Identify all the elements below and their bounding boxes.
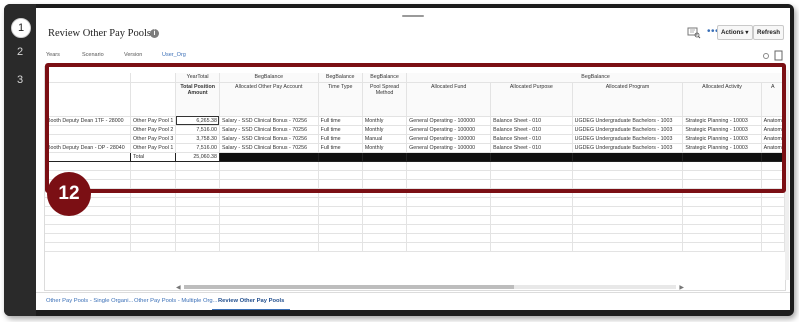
row-fund[interactable]: General Operating - 100000 <box>406 134 492 144</box>
row-purpose[interactable]: Balance Sheet - 010 <box>490 125 573 135</box>
row-fund[interactable]: General Operating - 100000 <box>406 143 492 153</box>
data-grid: YearTotal BegBalance BegBalance BegBalan… <box>44 66 786 291</box>
form-panel: Review Other Pay Pools i ••• Actions ▾ R… <box>36 8 790 310</box>
col-header-allocated-program: Allocated Program <box>572 82 684 117</box>
scroll-left-icon[interactable]: ◀ <box>176 284 181 291</box>
scroll-right-icon[interactable]: ▶ <box>679 284 684 291</box>
col-header-total-position-amount: Total Position Amount <box>175 82 220 117</box>
refresh-button[interactable]: Refresh <box>753 25 785 40</box>
callout-number-badge: 12 <box>47 172 91 216</box>
col-header-yeartotal: YearTotal <box>175 73 220 83</box>
col-header-allocated-purpose: Allocated Purpose <box>490 82 573 117</box>
row-purpose[interactable]: Balance Sheet - 010 <box>490 116 573 126</box>
search-icon[interactable] <box>687 27 701 39</box>
step-2-indicator[interactable]: 2 <box>4 46 36 58</box>
step-1-indicator[interactable]: 1 <box>11 18 31 38</box>
row-pool[interactable]: Other Pay Pool 1 <box>130 143 177 153</box>
row-fund[interactable]: General Operating - 100000 <box>406 125 492 135</box>
form-tabs: Other Pay Pools - Single Organi... Other… <box>36 292 790 310</box>
row-spread[interactable]: Monthly <box>362 143 408 153</box>
col-header-pool-spread-method: Pool Spread Method <box>362 82 408 117</box>
row-activity[interactable]: Strategic Planning - 10003 <box>682 143 762 153</box>
col-header-begbalance-1: BegBalance <box>219 73 319 83</box>
row-spread[interactable]: Manual <box>362 134 408 144</box>
row-program[interactable]: UGDEG Undergraduate Bachelors - 1003 <box>572 134 684 144</box>
row-position[interactable] <box>45 125 131 135</box>
row-time-type[interactable]: Full time <box>318 125 363 135</box>
pov-version[interactable]: Version <box>124 52 142 58</box>
row-pool[interactable]: Other Pay Pool 2 <box>130 125 177 135</box>
info-icon[interactable]: i <box>150 29 159 38</box>
step-rail: 1 2 3 <box>4 4 36 316</box>
scroll-thumb[interactable] <box>184 285 514 289</box>
row-program[interactable]: UGDEG Undergraduate Bachelors - 1003 <box>572 143 684 153</box>
pov-bar: Years Scenario Version User_Org <box>44 50 784 64</box>
tab-single-organization[interactable]: Other Pay Pools - Single Organi... <box>46 298 133 304</box>
row-amount[interactable]: 7,516.00 <box>175 143 220 153</box>
col-header-time-type: Time Type <box>318 82 363 117</box>
col-header-allocated-fund: Allocated Fund <box>406 82 492 117</box>
step-3-indicator[interactable]: 3 <box>4 74 36 86</box>
row-time-type[interactable]: Full time <box>318 143 363 153</box>
row-position[interactable] <box>45 134 131 144</box>
pov-scenario[interactable]: Scenario <box>82 52 104 58</box>
row-purpose[interactable]: Balance Sheet - 010 <box>490 134 573 144</box>
table-row: Booth Deputy Dean 1TF - 28000 Other Pay … <box>45 116 786 126</box>
actions-menu-button[interactable]: Actions ▾ <box>717 25 753 40</box>
table-row: Booth Deputy Dean - DP - 28040 Other Pay… <box>45 143 786 153</box>
grid-table: YearTotal BegBalance BegBalance BegBalan… <box>45 73 786 252</box>
pov-years[interactable]: Years <box>46 52 60 58</box>
total-row: - Total 25,060.38 <box>45 152 786 162</box>
row-next[interactable]: Anatom <box>761 134 786 144</box>
drag-handle[interactable] <box>402 15 424 17</box>
tab-review-other-pay-pools[interactable]: Review Other Pay Pools <box>218 298 284 304</box>
row-account[interactable]: Salary - SSD Clinical Bonus - 70256 <box>219 125 319 135</box>
row-fund[interactable]: General Operating - 100000 <box>406 116 492 126</box>
row-position[interactable]: Booth Deputy Dean - DP - 28040 <box>45 143 131 153</box>
header-row-1: YearTotal BegBalance BegBalance BegBalan… <box>45 73 785 83</box>
row-time-type[interactable]: Full time <box>318 134 363 144</box>
col-header-begbalance-4: BegBalance <box>406 73 785 83</box>
row-account[interactable]: Salary - SSD Clinical Bonus - 70256 <box>219 116 319 126</box>
col-header-allocated-activity: Allocated Activity <box>682 82 762 117</box>
row-amount[interactable]: 6,265.38 <box>175 116 220 126</box>
row-activity[interactable]: Strategic Planning - 10003 <box>682 134 762 144</box>
row-activity[interactable]: Strategic Planning - 10003 <box>682 116 762 126</box>
row-activity[interactable]: Strategic Planning - 10003 <box>682 125 762 135</box>
row-next[interactable]: Anatom <box>761 116 786 126</box>
vertical-scrollbar[interactable] <box>785 70 789 280</box>
page-title: Review Other Pay Pools <box>48 28 151 39</box>
total-amount[interactable]: 25,060.38 <box>175 152 220 162</box>
table-row: Other Pay Pool 2 7,516.00 Salary - SSD C… <box>45 125 786 135</box>
horizontal-scrollbar[interactable]: ◀ ▶ <box>176 284 684 291</box>
row-pool[interactable]: Other Pay Pool 3 <box>130 134 177 144</box>
row-pool[interactable]: Other Pay Pool 1 <box>130 116 177 126</box>
col-header-begbalance-2: BegBalance <box>318 73 363 83</box>
row-position[interactable]: Booth Deputy Dean 1TF - 28000 <box>45 116 131 126</box>
header-row-2: Total Position Amount Allocated Other Pa… <box>45 82 786 117</box>
active-tab-indicator <box>212 309 290 310</box>
col-header-allocated-other-pay-account: Allocated Other Pay Account <box>219 82 319 117</box>
row-amount[interactable]: 3,758.30 <box>175 134 220 144</box>
row-next[interactable]: Anatom <box>761 143 786 153</box>
row-account[interactable]: Salary - SSD Clinical Bonus - 70256 <box>219 134 319 144</box>
pov-user-org[interactable]: User_Org <box>162 52 186 58</box>
app-window: 1 2 3 Review Other Pay Pools i ••• Actio… <box>4 4 794 316</box>
col-header-begbalance-3: BegBalance <box>362 73 408 83</box>
row-program[interactable]: UGDEG Undergraduate Bachelors - 1003 <box>572 125 684 135</box>
row-account[interactable]: Salary - SSD Clinical Bonus - 70256 <box>219 143 319 153</box>
col-header-next: A <box>761 82 786 117</box>
row-spread[interactable]: Monthly <box>362 116 408 126</box>
row-time-type[interactable]: Full time <box>318 116 363 126</box>
total-position[interactable]: - <box>45 152 131 162</box>
row-spread[interactable]: Monthly <box>362 125 408 135</box>
tab-multiple-organization[interactable]: Other Pay Pools - Multiple Org... <box>134 298 217 304</box>
row-next[interactable]: Anatom <box>761 125 786 135</box>
table-row: Other Pay Pool 3 3,758.30 Salary - SSD C… <box>45 134 786 144</box>
row-program[interactable]: UGDEG Undergraduate Bachelors - 1003 <box>572 116 684 126</box>
toolbar-icons[interactable] <box>760 50 784 62</box>
total-label: Total <box>130 152 177 162</box>
row-purpose[interactable]: Balance Sheet - 010 <box>490 143 573 153</box>
row-amount[interactable]: 7,516.00 <box>175 125 220 135</box>
